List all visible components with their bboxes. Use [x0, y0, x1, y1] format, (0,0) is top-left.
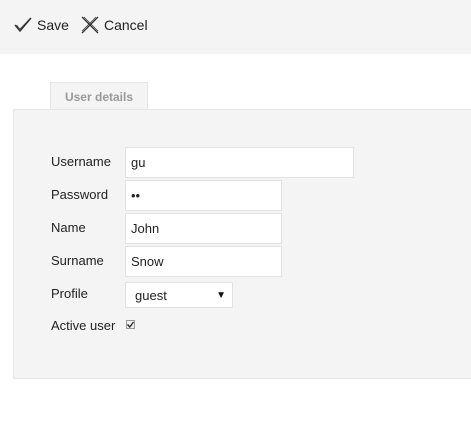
name-label: Name	[51, 220, 86, 235]
x-cross-icon	[81, 16, 99, 34]
checkmark-icon	[14, 17, 32, 33]
active-user-label: Active user	[51, 318, 116, 333]
save-label: Save	[37, 17, 69, 33]
tab-label: User details	[64, 89, 134, 104]
tab-user-details[interactable]: User details	[50, 82, 148, 110]
cancel-button[interactable]: Cancel	[80, 14, 148, 36]
surname-label: Surname	[51, 253, 104, 268]
password-label: Password	[51, 187, 109, 202]
check-icon	[127, 321, 134, 328]
profile-select[interactable]: guest ▼	[125, 282, 233, 308]
toolbar: Save Cancel	[0, 0, 471, 54]
surname-field[interactable]	[125, 246, 282, 277]
save-button[interactable]: Save	[13, 14, 69, 36]
username-field[interactable]	[125, 147, 354, 178]
username-label: Username	[51, 154, 111, 169]
password-field[interactable]	[125, 180, 282, 211]
caret-down-icon: ▼	[216, 290, 226, 301]
active-user-checkbox[interactable]	[126, 320, 135, 329]
profile-label: Profile	[51, 286, 88, 301]
cancel-label: Cancel	[104, 17, 148, 33]
name-field[interactable]	[125, 213, 282, 244]
profile-value: guest	[135, 287, 167, 303]
